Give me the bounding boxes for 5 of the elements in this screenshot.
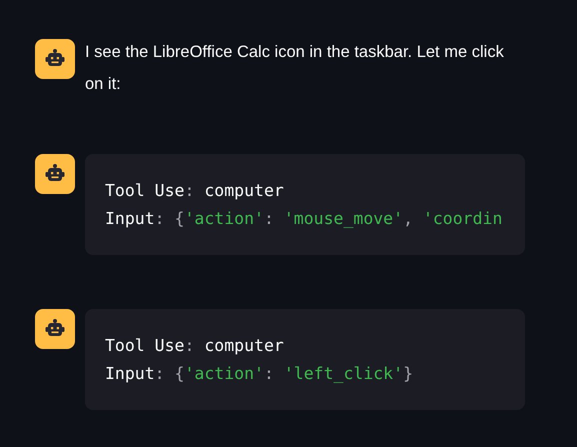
code-line: Input: {'action': 'left_click'}	[105, 363, 413, 385]
code-line: Tool Use: computer	[105, 180, 284, 202]
code-line: Input: {'action': 'mouse_move', 'coordin	[105, 208, 502, 230]
message-text: I see the LibreOffice Calc icon in the taskbar. Let me click on it:	[85, 42, 505, 95]
code-line: Tool Use: computer	[105, 335, 284, 357]
